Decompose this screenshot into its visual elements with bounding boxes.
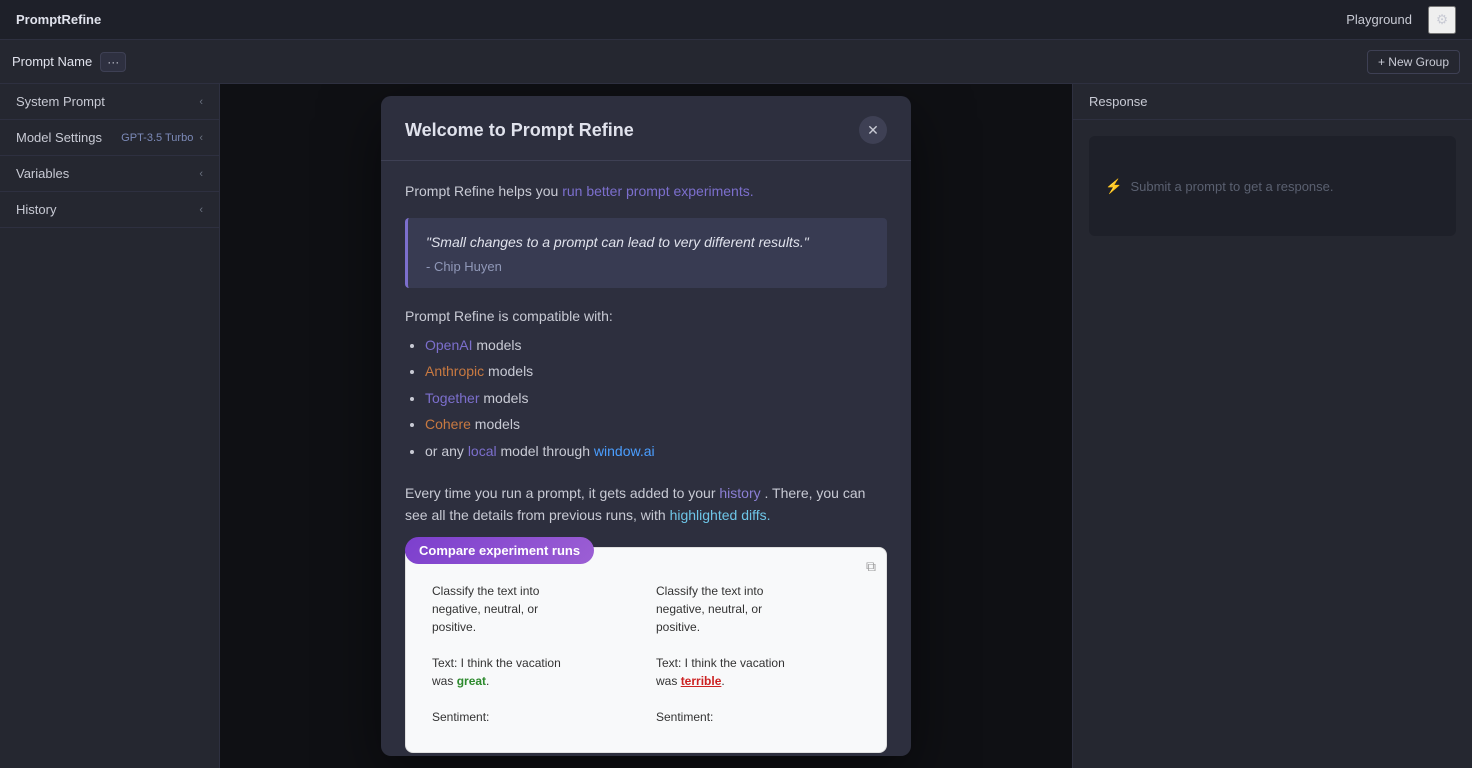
highlight-terrible: terrible <box>681 674 722 688</box>
list-item: or any local model through window.ai <box>425 440 887 462</box>
more-button[interactable]: ··· <box>100 52 126 72</box>
sidebar-item-label: History <box>16 202 56 217</box>
sidebar-item-variables[interactable]: Variables ‹ <box>0 156 219 192</box>
nav-right: Playground ⚙ <box>1346 6 1456 34</box>
new-group-button[interactable]: + New Group <box>1367 50 1460 74</box>
sidebar: System Prompt ‹ Model Settings GPT-3.5 T… <box>0 84 220 768</box>
highlighted-diffs-link[interactable]: highlighted diffs. <box>670 507 771 523</box>
sidebar-item-label: System Prompt <box>16 94 105 109</box>
intro-link[interactable]: run better prompt experiments. <box>562 183 753 199</box>
prompt-name-label: Prompt Name <box>12 54 92 69</box>
compat-title: Prompt Refine is compatible with: <box>405 308 887 324</box>
compare-col-left: Classify the text into negative, neutral… <box>422 572 646 736</box>
settings-button[interactable]: ⚙ <box>1428 6 1456 34</box>
welcome-modal: Welcome to Prompt Refine ✕ Prompt Refine… <box>381 96 911 756</box>
app-title: PromptRefine <box>16 12 101 27</box>
list-item: Anthropic models <box>425 360 887 382</box>
prompt-name-area: Prompt Name ··· <box>12 52 126 72</box>
response-placeholder: ⚡ Submit a prompt to get a response. <box>1089 136 1456 236</box>
modal-close-button[interactable]: ✕ <box>859 116 887 144</box>
sidebar-item-label: Variables <box>16 166 69 181</box>
quote-text: "Small changes to a prompt can lead to v… <box>426 232 869 253</box>
modal-header: Welcome to Prompt Refine ✕ <box>381 96 911 161</box>
list-item: Cohere models <box>425 413 887 435</box>
response-panel: Response ⚡ Submit a prompt to get a resp… <box>1072 84 1472 768</box>
sidebar-item-history[interactable]: History ‹ <box>0 192 219 228</box>
sidebar-item-label: Model Settings <box>16 130 102 145</box>
top-nav: PromptRefine Playground ⚙ <box>0 0 1472 40</box>
history-link[interactable]: history <box>719 485 760 501</box>
openai-link[interactable]: OpenAI <box>425 337 472 353</box>
compare-badge: Compare experiment runs <box>405 537 594 564</box>
modal-intro: Prompt Refine helps you run better promp… <box>405 181 887 202</box>
chevron-icon: ‹ <box>199 132 203 144</box>
compare-section: Compare experiment runs ⧉ Classify the t… <box>405 547 887 753</box>
playground-link[interactable]: Playground <box>1346 12 1412 27</box>
sidebar-item-model-settings[interactable]: Model Settings GPT-3.5 Turbo ‹ <box>0 120 219 156</box>
response-header: Response <box>1073 84 1472 120</box>
response-placeholder-text: Submit a prompt to get a response. <box>1130 179 1333 194</box>
modal-body: Prompt Refine helps you run better promp… <box>381 161 911 756</box>
compare-card: ⧉ Classify the text into negative, neutr… <box>405 547 887 753</box>
windowai-link[interactable]: window.ai <box>594 443 655 459</box>
sidebar-item-system-prompt[interactable]: System Prompt ‹ <box>0 84 219 120</box>
anthropic-link[interactable]: Anthropic <box>425 363 484 379</box>
lightning-icon: ⚡ <box>1105 178 1122 195</box>
modal-title: Welcome to Prompt Refine <box>405 120 634 141</box>
sub-nav: Prompt Name ··· + New Group <box>0 40 1472 84</box>
list-item: OpenAI models <box>425 334 887 356</box>
history-paragraph: Every time you run a prompt, it gets add… <box>405 482 887 527</box>
model-badge: GPT-3.5 Turbo <box>121 132 193 144</box>
cohere-link[interactable]: Cohere <box>425 416 471 432</box>
response-body: ⚡ Submit a prompt to get a response. <box>1073 120 1472 252</box>
chevron-icon: ‹ <box>199 204 203 216</box>
local-link[interactable]: local <box>468 443 497 459</box>
modal-overlay: Welcome to Prompt Refine ✕ Prompt Refine… <box>220 84 1072 768</box>
highlight-great: great <box>457 674 486 688</box>
list-item: Together models <box>425 387 887 409</box>
quote-author: - Chip Huyen <box>426 259 869 274</box>
chevron-icon: ‹ <box>199 168 203 180</box>
intro-text: Prompt Refine helps you <box>405 183 562 199</box>
main-layout: System Prompt ‹ Model Settings GPT-3.5 T… <box>0 84 1472 768</box>
copy-button[interactable]: ⧉ <box>866 558 876 575</box>
quote-block: "Small changes to a prompt can lead to v… <box>405 218 887 288</box>
chevron-icon: ‹ <box>199 96 203 108</box>
compare-col-right: Classify the text into negative, neutral… <box>646 572 870 736</box>
content-area: Welcome to Prompt Refine ✕ Prompt Refine… <box>220 84 1072 768</box>
together-link[interactable]: Together <box>425 390 479 406</box>
compat-list: OpenAI models Anthropic models Together … <box>405 334 887 462</box>
